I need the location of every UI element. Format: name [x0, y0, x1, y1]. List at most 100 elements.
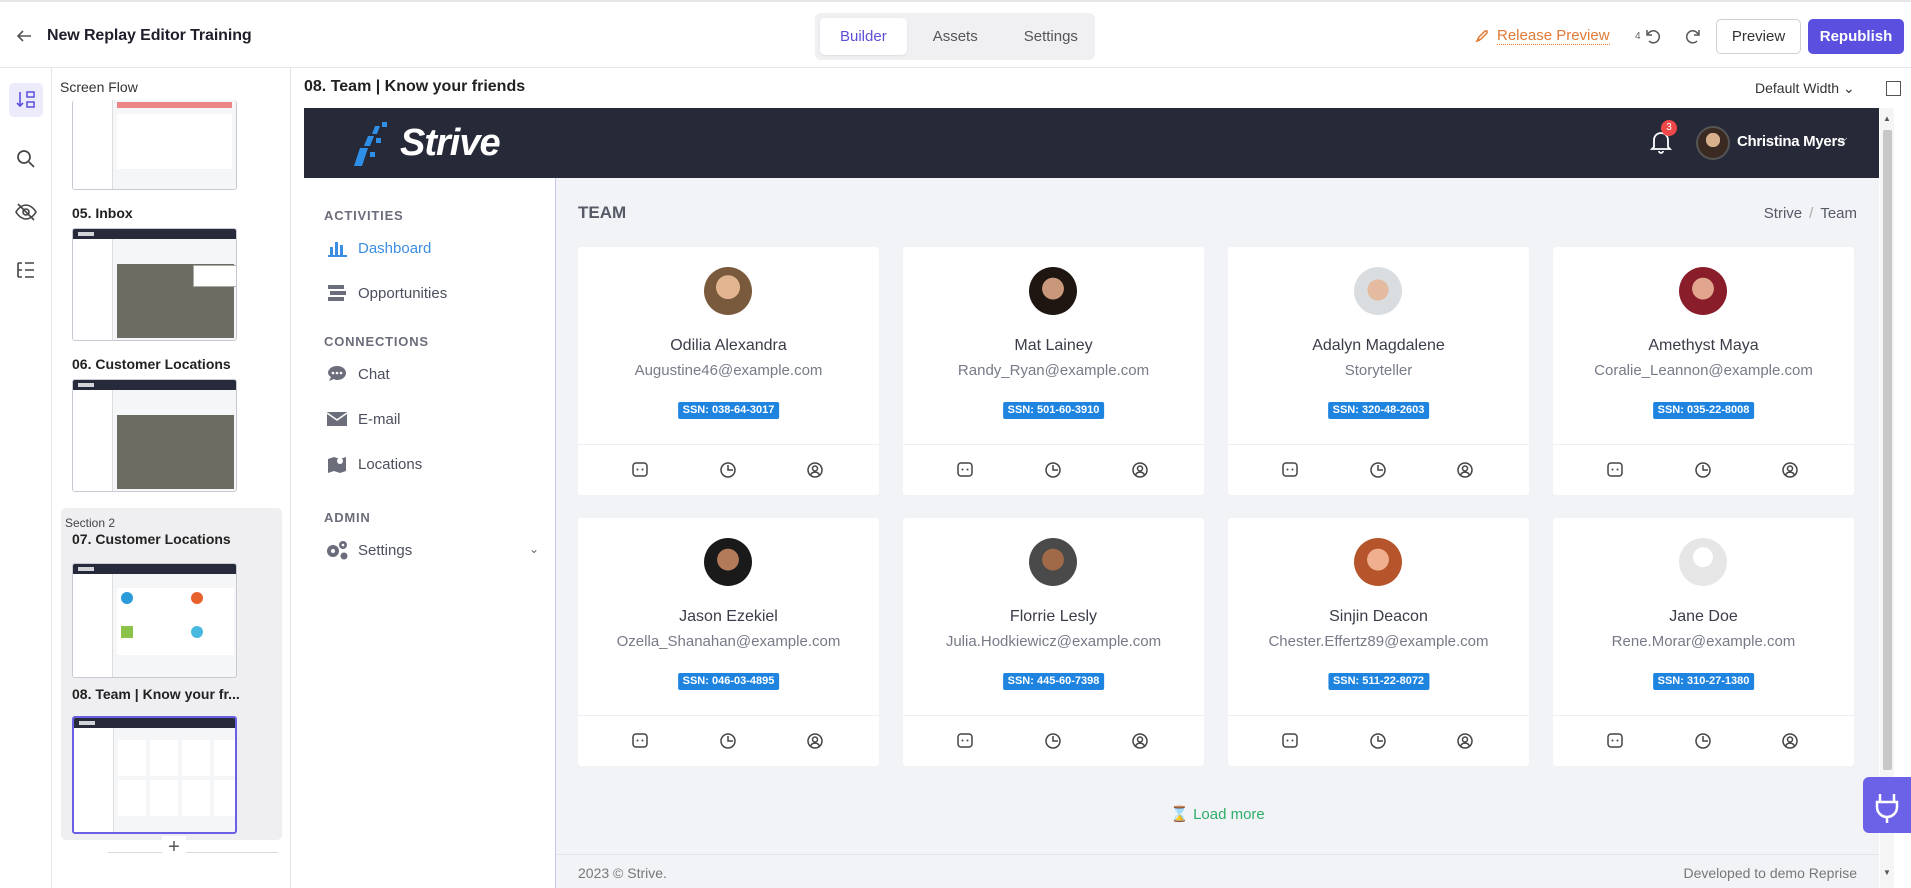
step-thumbnail-06[interactable]	[72, 379, 237, 492]
member-avatar[interactable]	[1029, 538, 1077, 586]
load-more-button[interactable]: ⌛ Load more	[556, 805, 1879, 823]
section-label: Section 2	[65, 516, 116, 530]
chat-icon[interactable]	[1605, 460, 1625, 480]
map-marker-icon	[324, 453, 350, 475]
app-header: Strive 3 Christina Myers ⌵	[304, 108, 1879, 178]
nav-item-chat[interactable]: Chat	[324, 360, 539, 388]
user-circle-icon[interactable]	[1780, 460, 1800, 480]
nav-item-dashboard[interactable]: Dashboard	[324, 234, 539, 262]
chat-bubble-icon	[324, 363, 350, 385]
user-circle-icon[interactable]	[1455, 460, 1475, 480]
user-avatar[interactable]	[1696, 126, 1730, 160]
left-rail	[0, 68, 52, 888]
ssn-badge: SSN: 035-22-8008	[1652, 402, 1755, 419]
ssn-badge: SSN: 320-48-2603	[1327, 402, 1430, 419]
chevron-down-icon[interactable]: ⌵	[1839, 133, 1847, 146]
clock-icon[interactable]	[1693, 731, 1713, 751]
team-page: TEAM Strive / Team Odilia Alexandra Augusti…	[556, 178, 1879, 888]
member-email: Chester.Effertz89@example.com	[1268, 633, 1489, 650]
nav-item-settings[interactable]: Settings ⌄	[324, 536, 539, 564]
user-circle-icon[interactable]	[1130, 731, 1150, 751]
user-circle-icon[interactable]	[1130, 460, 1150, 480]
notification-badge: 3	[1661, 120, 1677, 136]
hidden-eye-icon[interactable]	[9, 195, 43, 229]
step-thumbnail-04[interactable]	[72, 100, 237, 190]
nav-item-opportunities[interactable]: Opportunities	[324, 279, 539, 307]
clock-icon[interactable]	[1368, 460, 1388, 480]
chat-icon[interactable]	[1280, 731, 1300, 751]
page-title: TEAM	[578, 203, 627, 222]
chat-icon[interactable]	[630, 460, 650, 480]
chat-icon[interactable]	[630, 731, 650, 751]
republish-button[interactable]: Republish	[1808, 19, 1904, 54]
member-avatar[interactable]	[1029, 267, 1077, 315]
screen-flow-icon[interactable]	[9, 83, 43, 117]
clock-icon[interactable]	[1368, 731, 1388, 751]
step-thumbnail-07[interactable]	[72, 563, 237, 678]
card-divider	[1553, 715, 1854, 716]
member-avatar[interactable]	[1679, 538, 1727, 586]
project-title: New Replay Editor Training	[47, 27, 252, 44]
plugin-icon[interactable]	[1863, 777, 1911, 833]
clock-icon[interactable]	[1043, 731, 1063, 751]
user-circle-icon[interactable]	[805, 731, 825, 751]
tab-builder[interactable]: Builder	[820, 18, 907, 55]
tab-settings[interactable]: Settings	[1004, 18, 1098, 55]
user-circle-icon[interactable]	[1780, 731, 1800, 751]
member-email: Storyteller	[1344, 362, 1413, 379]
release-preview-link[interactable]: Release Preview	[1497, 27, 1610, 45]
member-name: Sinjin Deacon	[1329, 608, 1428, 625]
fit-screen-icon[interactable]	[1886, 81, 1901, 96]
step-thumbnail-05[interactable]	[72, 228, 237, 341]
screen-flow-title: Screen Flow	[60, 79, 138, 95]
member-name: Adalyn Magdalene	[1312, 337, 1445, 354]
clock-icon[interactable]	[718, 731, 738, 751]
chat-icon[interactable]	[1280, 460, 1300, 480]
chat-icon[interactable]	[955, 460, 975, 480]
chat-icon[interactable]	[955, 731, 975, 751]
chat-icon[interactable]	[1605, 731, 1625, 751]
clock-icon[interactable]	[718, 460, 738, 480]
member-avatar[interactable]	[1354, 538, 1402, 586]
screen-title: 08. Team | Know your friends	[304, 78, 526, 95]
nav-item-label: Settings	[358, 541, 413, 559]
card-divider	[903, 715, 1204, 716]
bar-chart-icon	[324, 237, 350, 259]
breadcrumb-item[interactable]: Strive	[1764, 205, 1802, 222]
search-icon[interactable]	[9, 142, 43, 176]
screen-flow-panel: Screen Flow 05. Inbox 06. Customer Locat…	[52, 68, 291, 888]
add-step-button[interactable]: +	[162, 836, 186, 860]
nav-item-locations[interactable]: Locations	[324, 450, 539, 478]
breadcrumb-separator: /	[1809, 205, 1814, 222]
member-avatar[interactable]	[1354, 267, 1402, 315]
step-label: 06. Customer Locations	[72, 356, 231, 372]
redo-icon[interactable]	[1683, 26, 1703, 46]
back-arrow-icon[interactable]	[14, 26, 36, 46]
app-footer: 2023 © Strive. Developed to demo Reprise	[556, 854, 1879, 888]
member-avatar[interactable]	[704, 538, 752, 586]
outline-list-icon[interactable]	[9, 253, 43, 287]
preview-button[interactable]: Preview	[1716, 19, 1801, 54]
user-name[interactable]: Christina Myers	[1737, 133, 1845, 150]
card-divider	[1228, 715, 1529, 716]
tab-assets[interactable]: Assets	[913, 18, 998, 55]
scrollbar-thumb[interactable]	[1883, 130, 1892, 770]
section-2-group: Section 2 07. Customer Locations 08. Tea…	[61, 508, 282, 840]
clock-icon[interactable]	[1043, 460, 1063, 480]
clock-icon[interactable]	[1693, 460, 1713, 480]
undo-icon[interactable]	[1643, 26, 1663, 46]
nav-item-email[interactable]: E-mail	[324, 405, 539, 433]
mode-tabs: Builder Assets Settings	[815, 13, 1095, 60]
user-circle-icon[interactable]	[805, 460, 825, 480]
member-avatar[interactable]	[1679, 267, 1727, 315]
member-avatar[interactable]	[704, 267, 752, 315]
member-name: Jane Doe	[1669, 608, 1738, 625]
rocket-icon	[1474, 28, 1490, 44]
load-more-label: Load more	[1193, 806, 1265, 823]
nav-section-connections: CONNECTIONS	[324, 334, 429, 349]
user-circle-icon[interactable]	[1455, 731, 1475, 751]
step-thumbnail-08-selected[interactable]	[72, 716, 237, 834]
width-select[interactable]: Default Width ⌄	[1755, 80, 1855, 97]
member-email: Rene.Morar@example.com	[1611, 633, 1796, 650]
member-name: Mat Lainey	[1014, 337, 1093, 354]
